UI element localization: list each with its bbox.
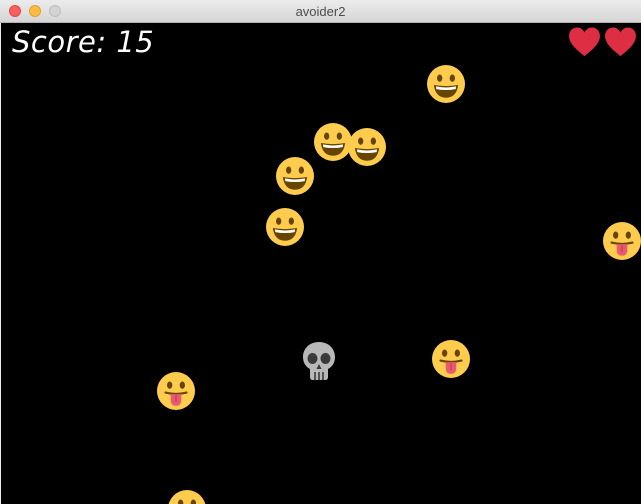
grinning-face-icon <box>348 128 386 166</box>
skull-player-icon[interactable] <box>301 341 337 381</box>
window-title: avoider2 <box>295 4 346 19</box>
lives-display <box>568 27 637 57</box>
heart-icon <box>569 27 600 57</box>
game-window: avoider2 Score: 15 <box>0 0 641 504</box>
grinning-face-icon <box>314 123 352 161</box>
grinning-face-icon <box>168 490 206 504</box>
grinning-face-icon <box>266 208 304 246</box>
tongue-face-icon <box>432 340 470 378</box>
grinning-face-icon <box>276 157 314 195</box>
game-canvas[interactable]: Score: 15 <box>1 23 641 504</box>
tongue-face-icon <box>603 222 641 260</box>
score-label: Score: 15 <box>12 25 155 59</box>
tongue-face-icon <box>157 372 195 410</box>
title-bar: avoider2 <box>0 0 641 23</box>
heart-icon <box>605 27 636 57</box>
grinning-face-icon <box>427 65 465 103</box>
